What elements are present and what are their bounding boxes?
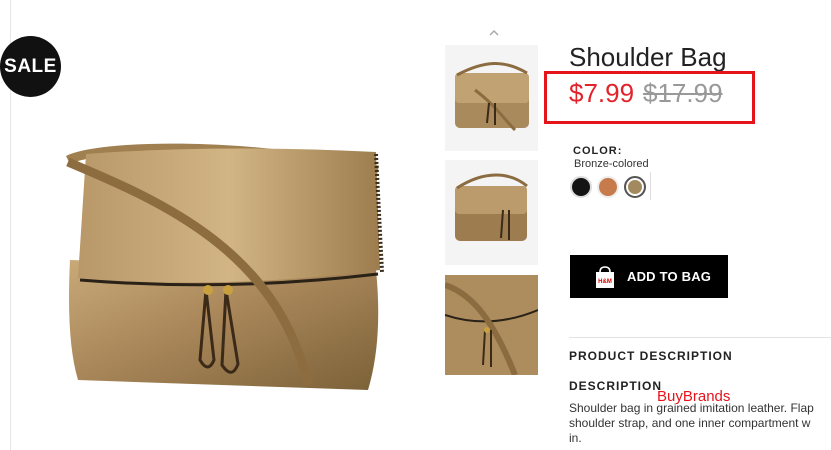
thumbnail-side-view[interactable] [445, 160, 538, 265]
shopping-bag-icon: H&M [596, 265, 614, 288]
color-label: COLOR: [573, 145, 623, 157]
description-text: Shoulder bag in grained imitation leathe… [569, 401, 831, 446]
thumbnail-scroll-up-icon[interactable] [487, 28, 501, 38]
original-price: $17.99 [643, 78, 723, 108]
color-swatch-copper[interactable] [597, 176, 619, 198]
sale-badge: SALE [0, 36, 61, 97]
selected-color-name: Bronze-colored [574, 158, 649, 170]
thumbnail-front-view[interactable] [445, 45, 538, 151]
product-description-heading[interactable]: PRODUCT DESCRIPTION [569, 349, 733, 363]
thumbnail-detail-view[interactable] [445, 275, 538, 375]
description-line: in. [569, 431, 582, 445]
bag-icon-logo: H&M [598, 279, 612, 285]
color-swatch-bronze[interactable] [624, 176, 646, 198]
add-to-bag-button[interactable]: H&M ADD TO BAG [570, 255, 728, 298]
color-swatch-black[interactable] [570, 176, 592, 198]
product-main-image[interactable] [38, 140, 408, 400]
sale-price: $7.99 [569, 78, 635, 108]
add-to-bag-label: ADD TO BAG [627, 269, 712, 284]
description-line: shoulder strap, and one inner compartmen… [569, 416, 811, 430]
description-line: Shoulder bag in grained imitation leathe… [569, 401, 814, 415]
description-heading: DESCRIPTION [569, 379, 663, 393]
swatch-divider [650, 172, 651, 200]
product-title: Shoulder Bag [569, 42, 727, 72]
section-divider [569, 337, 831, 338]
